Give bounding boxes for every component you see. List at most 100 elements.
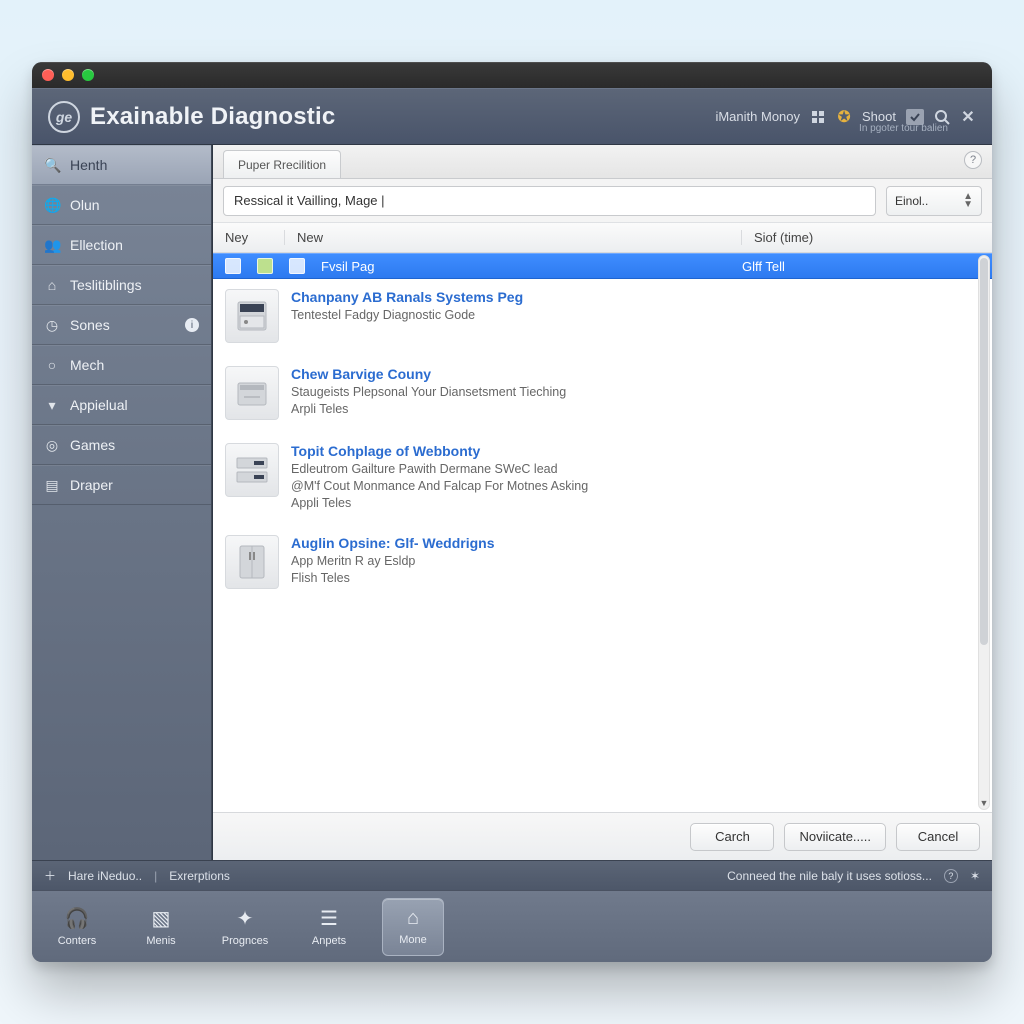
- sidebar-item-sones[interactable]: ◷ Sones i: [32, 305, 211, 345]
- list-row[interactable]: Topit Cohplage of Webbonty Edleutrom Gai…: [213, 433, 992, 525]
- target-icon: ◎: [44, 437, 60, 454]
- badge-icon[interactable]: ✪: [836, 109, 852, 125]
- dialog-button-bar: Carch Noviicate..... Cancel: [213, 812, 992, 860]
- sidebar: 🔍 Henth 🌐 Olun 👥 Ellection ⌂ Teslitiblin…: [32, 145, 212, 860]
- tab-bar: Puper Rrecilition ?: [213, 145, 992, 179]
- header-menu-label[interactable]: iManith Monoy: [715, 109, 800, 124]
- encode-dropdown[interactable]: Einol.. ▲▼: [886, 186, 982, 216]
- cancel-button[interactable]: Cancel: [896, 823, 980, 851]
- appliance-fridge-icon: [225, 535, 279, 589]
- list-row-selected[interactable]: Fvsil Pag Glff Tell: [213, 253, 992, 279]
- results-list: Fvsil Pag Glff Tell Chanpany AB Ranals S…: [213, 253, 992, 812]
- row-subtitle: @M'f Cout Monmance And Falcap For Motnes…: [291, 478, 980, 495]
- sidebar-item-appielual[interactable]: ▾ Appielual: [32, 385, 211, 425]
- brand-logo: ge: [48, 101, 80, 133]
- stepper-icon: ▲▼: [963, 193, 973, 209]
- tab-puper-recilition[interactable]: Puper Rrecilition: [223, 150, 341, 178]
- row-title: Chanpany AB Ranals Systems Peg: [291, 289, 980, 305]
- dock-conters[interactable]: 🎧 Conters: [46, 898, 108, 956]
- list-icon: ☰: [320, 906, 338, 931]
- list-row[interactable]: Auglin Opsine: Glf- Weddrigns App Meritn…: [213, 525, 992, 602]
- app-window: ge Exainable Diagnostic iManith Monoy ✪ …: [32, 62, 992, 962]
- dock-label: Conters: [58, 935, 97, 947]
- novicate-button[interactable]: Noviicate.....: [784, 823, 886, 851]
- status-left-2[interactable]: Exrerptions: [169, 869, 230, 883]
- grid-icon[interactable]: [810, 109, 826, 125]
- carch-button[interactable]: Carch: [690, 823, 774, 851]
- column-headers: Ney New Siof (time): [213, 223, 992, 253]
- row-title: Topit Cohplage of Webbonty: [291, 443, 980, 459]
- sidebar-item-label: Mech: [70, 357, 104, 373]
- column-time[interactable]: Siof (time): [742, 230, 992, 245]
- status-left-1[interactable]: Hare iNeduo..: [68, 869, 142, 883]
- sidebar-item-games[interactable]: ◎ Games: [32, 425, 211, 465]
- header-subtitle: In pgoter tour balien: [859, 123, 948, 134]
- header-shoot-label[interactable]: Shoot: [862, 109, 896, 124]
- status-bar: ＋ Hare iNeduo.. | Exrerptions Conneed th…: [32, 860, 992, 890]
- sidebar-item-label: Draper: [70, 477, 113, 493]
- help-icon[interactable]: ?: [964, 151, 982, 169]
- appliance-dishwasher-icon: [225, 366, 279, 420]
- row-time: Glff Tell: [730, 259, 980, 274]
- search-bar: Einol.. ▲▼: [213, 179, 992, 223]
- status-info-icon[interactable]: ?: [944, 869, 958, 883]
- sidebar-item-label: Olun: [70, 197, 100, 213]
- row-subtitle: Tentestel Fadgy Diagnostic Gode: [291, 307, 980, 324]
- dock-anpets[interactable]: ☰ Anpets: [298, 898, 360, 956]
- sidebar-item-mech[interactable]: ○ Mech: [32, 345, 211, 385]
- search-icon: 🔍: [44, 157, 60, 174]
- dock-label: Mone: [399, 934, 427, 946]
- status-plus-icon[interactable]: ＋: [44, 867, 56, 884]
- dock-label: Menis: [146, 935, 175, 947]
- window-zoom-button[interactable]: [82, 69, 94, 81]
- scroll-thumb[interactable]: [980, 258, 988, 645]
- sidebar-item-ellection[interactable]: 👥 Ellection: [32, 225, 211, 265]
- dock-menis[interactable]: ▧ Menis: [130, 898, 192, 956]
- person-icon: ✦: [237, 906, 254, 931]
- clock-icon: ◷: [44, 317, 60, 334]
- dock-prognces[interactable]: ✦ Prognces: [214, 898, 276, 956]
- scroll-down-icon[interactable]: ▼: [979, 797, 989, 809]
- row-subtitle: Appli Teles: [291, 495, 980, 512]
- close-icon[interactable]: ✕: [960, 109, 976, 125]
- search-input[interactable]: [223, 186, 876, 216]
- sidebar-item-olun[interactable]: 🌐 Olun: [32, 185, 211, 225]
- tab-label: Puper Rrecilition: [238, 158, 326, 172]
- sidebar-item-henth[interactable]: 🔍 Henth: [32, 145, 211, 185]
- chevron-down-icon: ▾: [44, 397, 60, 414]
- row-title: Chew Barvige Couny: [291, 366, 980, 382]
- sidebar-item-label: Teslitiblings: [70, 277, 142, 293]
- sidebar-item-draper[interactable]: ▤ Draper: [32, 465, 211, 505]
- thumb-icon: [289, 258, 305, 274]
- column-ney[interactable]: Ney: [213, 230, 285, 245]
- column-new[interactable]: New: [285, 230, 742, 245]
- sidebar-item-teslitiblings[interactable]: ⌂ Teslitiblings: [32, 265, 211, 305]
- status-right: Conneed the nile baly it uses sotioss...: [727, 869, 932, 883]
- row-subtitle: Edleutrom Gailture Pawith Dermane SWeC l…: [291, 461, 980, 478]
- appliance-range-icon: [225, 289, 279, 343]
- dock-label: Anpets: [312, 935, 346, 947]
- sidebar-item-label: Sones: [70, 317, 110, 333]
- search-icon: ○: [44, 357, 60, 373]
- people-icon: 👥: [44, 237, 60, 254]
- info-badge: i: [185, 318, 199, 332]
- thumb-icon: [257, 258, 273, 274]
- content-panel: Puper Rrecilition ? Einol.. ▲▼ Ney New S…: [212, 145, 992, 860]
- dock-label: Prognces: [222, 935, 268, 947]
- headset-icon: 🎧: [65, 906, 90, 931]
- row-subtitle: Staugeists Plepsonal Your Diansetsment T…: [291, 384, 980, 401]
- dock-mone[interactable]: ⌂ Mone: [382, 898, 444, 956]
- status-bug-icon[interactable]: ✶: [970, 869, 980, 883]
- bottom-dock: 🎧 Conters ▧ Menis ✦ Prognces ☰ Anpets ⌂ …: [32, 890, 992, 962]
- thumb-icon: [225, 258, 241, 274]
- encode-label: Einol..: [895, 194, 928, 208]
- list-row[interactable]: Chew Barvige Couny Staugeists Plepsonal …: [213, 356, 992, 433]
- home-icon: ⌂: [44, 277, 60, 293]
- window-close-button[interactable]: [42, 69, 54, 81]
- window-minimize-button[interactable]: [62, 69, 74, 81]
- row-title: Fvsil Pag: [321, 259, 718, 274]
- scrollbar[interactable]: ▲ ▼: [978, 255, 990, 810]
- list-row[interactable]: Chanpany AB Ranals Systems Peg Tentestel…: [213, 279, 992, 356]
- app-title: Exainable Diagnostic: [90, 103, 335, 131]
- sidebar-item-label: Games: [70, 437, 115, 453]
